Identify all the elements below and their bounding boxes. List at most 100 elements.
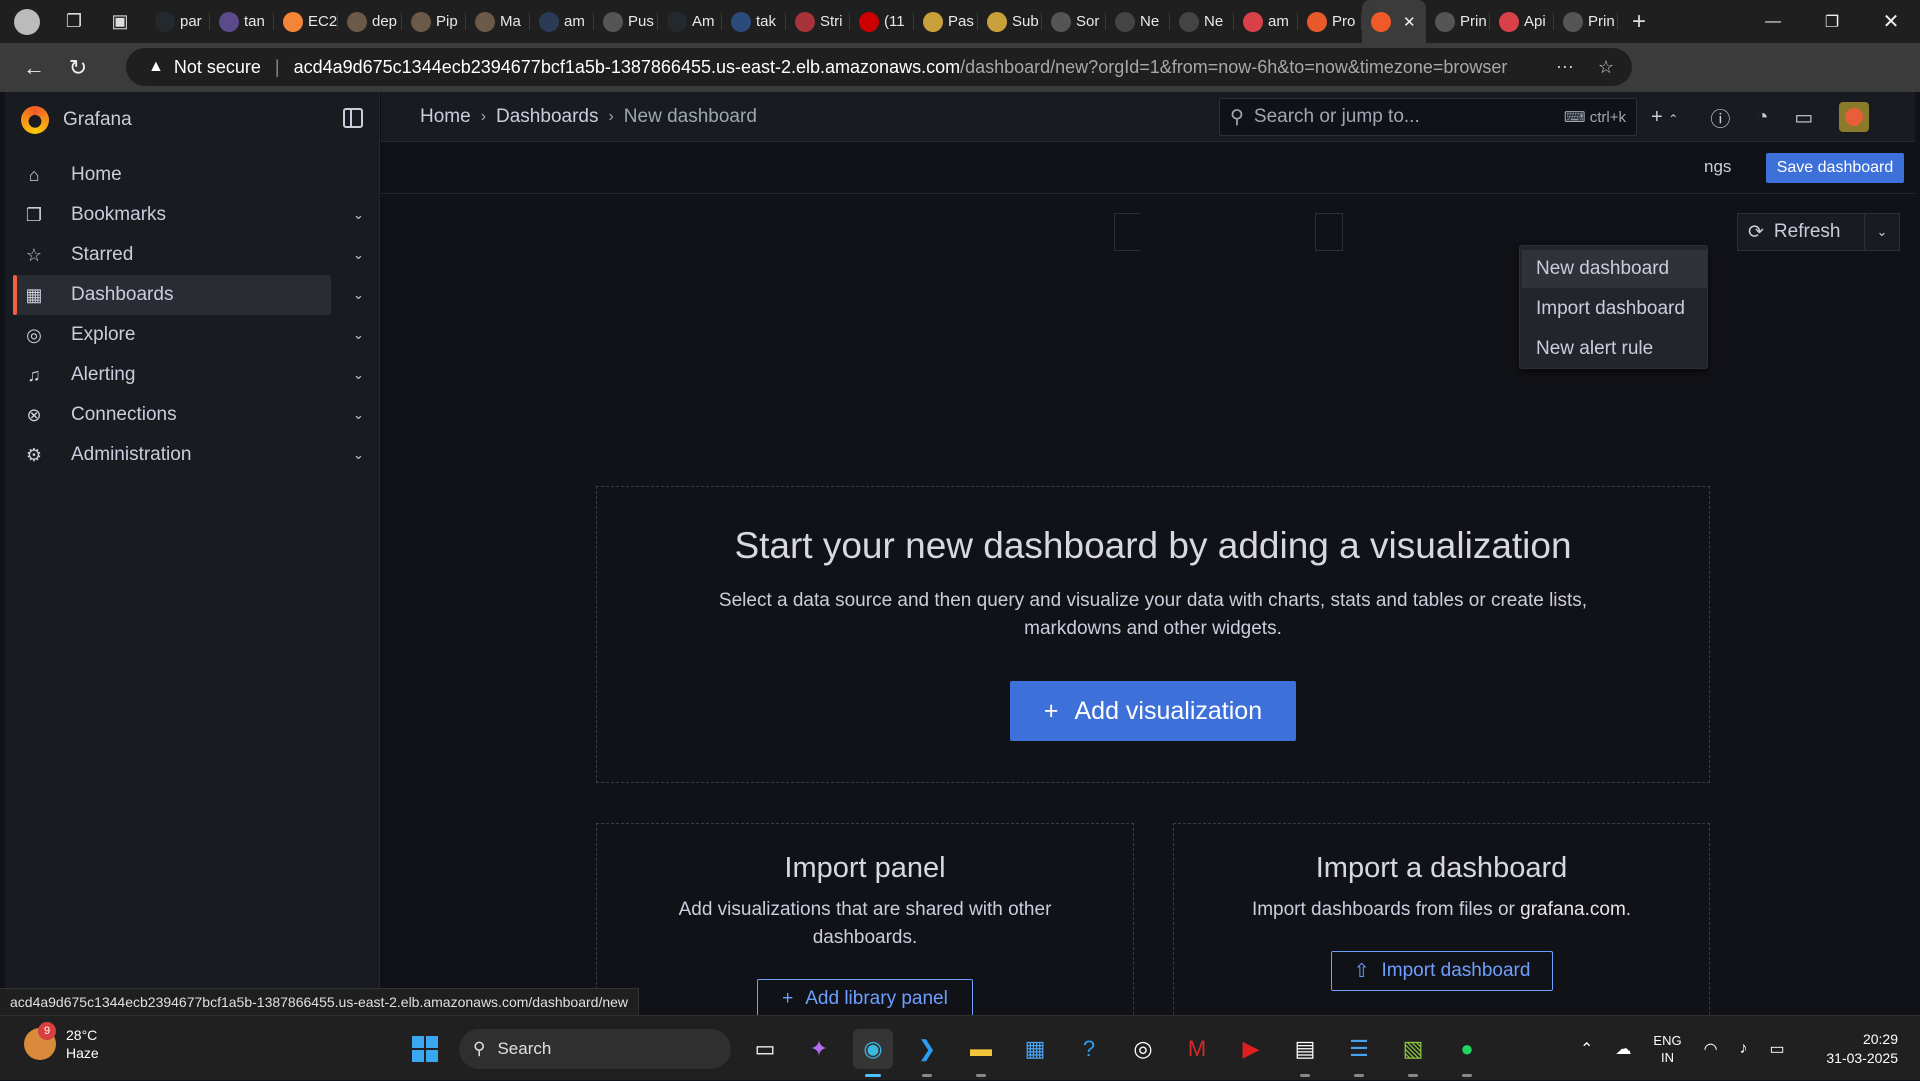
settings-button[interactable]: ngs	[1704, 157, 1731, 177]
notepad-icon[interactable]: ☰	[1339, 1029, 1379, 1077]
link-status-url: acd4a9d675c1344ecb2394677bcf1a5b-1387866…	[0, 988, 640, 1015]
browser-tab[interactable]: Ne	[1106, 0, 1170, 43]
browser-tab[interactable]: Prin	[1554, 0, 1618, 43]
browser-tab[interactable]: Sub	[978, 0, 1042, 43]
battery-icon[interactable]: ▭	[1770, 1039, 1785, 1059]
image-viewer-icon[interactable]: ▧	[1393, 1029, 1433, 1077]
help-icon[interactable]: ⓘ	[1710, 103, 1730, 132]
browser-tab[interactable]: Api	[1490, 0, 1554, 43]
new-tab-button[interactable]: +	[1618, 0, 1660, 43]
volume-icon[interactable]: ♪	[1740, 1040, 1748, 1058]
sidebar-item-home[interactable]: ⌂ Home	[13, 155, 370, 195]
breadcrumb-dashboards[interactable]: Dashboards	[496, 106, 598, 128]
menu-item-import-dashboard[interactable]: Import dashboard	[1522, 290, 1707, 328]
sidebar-item-starred[interactable]: ☆ Starred ⌄	[13, 235, 370, 275]
refresh-interval-dropdown[interactable]: ⌄	[1864, 213, 1900, 251]
browser-tab[interactable]: Pas	[914, 0, 978, 43]
chevron-down-icon[interactable]: ⌄	[353, 275, 364, 315]
edge-browser-icon[interactable]: ◉	[853, 1028, 893, 1077]
sidebar-item-bookmarks[interactable]: ❐ Bookmarks ⌄	[13, 195, 370, 235]
back-button[interactable]: ←	[12, 48, 56, 88]
browser-tab[interactable]: Am	[658, 0, 722, 43]
wifi-icon[interactable]: ◠	[1704, 1039, 1718, 1059]
reload-button[interactable]: ↻	[56, 48, 100, 88]
browser-tab[interactable]: (11	[850, 0, 914, 43]
time-picker-button[interactable]	[1114, 213, 1140, 251]
browser-tab[interactable]: Ne	[1170, 0, 1234, 43]
brand[interactable]: Grafana	[21, 104, 132, 136]
close-window-button[interactable]: ✕	[1862, 0, 1920, 43]
spotify-icon[interactable]: ●	[1447, 1029, 1487, 1077]
grafana-com-link[interactable]: grafana.com	[1520, 899, 1626, 920]
youtube-icon[interactable]: ▶	[1231, 1029, 1271, 1069]
search-input[interactable]: ⚲ Search or jump to... ⌨ ctrl+k	[1219, 98, 1637, 136]
clock[interactable]: 20:29 31-03-2025	[1818, 1030, 1898, 1068]
menu-item-new-alert-rule[interactable]: New alert rule	[1522, 330, 1707, 368]
chevron-down-icon[interactable]: ⌄	[353, 435, 364, 475]
profile-icon[interactable]	[0, 0, 54, 43]
onedrive-icon[interactable]: ☁	[1615, 1039, 1631, 1059]
breadcrumb-home[interactable]: Home	[420, 106, 471, 128]
browser-tab[interactable]: dep	[338, 0, 402, 43]
add-visualization-button[interactable]: + Add visualization	[1010, 681, 1296, 741]
browser-tab[interactable]: Stri	[786, 0, 850, 43]
browser-tab[interactable]: EC2	[274, 0, 338, 43]
dock-menu-icon[interactable]	[343, 108, 363, 128]
news-rss-icon[interactable]: ◔	[1756, 106, 1768, 129]
favorite-star-icon[interactable]: ☆	[1598, 57, 1614, 78]
sidebar-item-dashboards[interactable]: ▦ Dashboards ⌄	[13, 275, 364, 315]
terminal-icon[interactable]: ▤	[1285, 1029, 1325, 1077]
vscode-icon[interactable]: ❯	[907, 1029, 947, 1077]
import-dashboard-button[interactable]: ⇧ Import dashboard	[1331, 951, 1553, 991]
store-icon[interactable]: ▦	[1015, 1029, 1055, 1069]
language-indicator[interactable]: ENG IN	[1653, 1032, 1681, 1066]
browser-tab[interactable]: Pip	[402, 0, 466, 43]
browser-tab[interactable]: Sor	[1042, 0, 1106, 43]
new-plus-button[interactable]: + ⌃	[1651, 106, 1678, 129]
add-library-panel-button[interactable]: + Add library panel	[757, 979, 973, 1019]
security-label[interactable]: Not secure	[174, 57, 261, 78]
browser-tab[interactable]: Prin	[1426, 0, 1490, 43]
help-app-icon[interactable]: ?	[1069, 1029, 1109, 1069]
chevron-down-icon[interactable]: ⌄	[353, 395, 364, 435]
browser-tab[interactable]: ✕	[1362, 0, 1426, 43]
user-avatar[interactable]	[1839, 102, 1870, 132]
browser-tab[interactable]: am	[1234, 0, 1298, 43]
task-view-icon[interactable]: ▭	[745, 1029, 785, 1069]
chevron-down-icon[interactable]: ⌄	[353, 195, 364, 235]
save-dashboard-button[interactable]: Save dashboard	[1766, 153, 1904, 183]
minimize-button[interactable]: —	[1744, 0, 1802, 43]
browser-tab[interactable]: am	[530, 0, 594, 43]
more-site-info-icon[interactable]: ⋯	[1556, 57, 1574, 78]
chevron-up-icon[interactable]: ⌃	[1580, 1039, 1593, 1059]
browser-tab[interactable]: Pro	[1298, 0, 1362, 43]
close-tab-icon[interactable]: ✕	[1403, 13, 1416, 31]
browser-tab[interactable]: par	[146, 0, 210, 43]
taskbar-search[interactable]: ⚲ Search	[459, 1028, 731, 1069]
file-explorer-icon[interactable]: ▬	[961, 1029, 1001, 1077]
tab-actions-icon[interactable]: ▣	[94, 0, 146, 43]
github-desktop-icon[interactable]: ◎	[1123, 1029, 1163, 1069]
address-bar[interactable]: ▲ Not secure | acd4a9d675c1344ecb2394677…	[126, 48, 1632, 86]
browser-tab[interactable]: Pus	[594, 0, 658, 43]
refresh-button[interactable]: ⟳ Refresh	[1737, 213, 1865, 251]
chevron-down-icon[interactable]: ⌄	[353, 315, 364, 355]
sidebar-item-administration[interactable]: ⚙ Administration ⌄	[13, 435, 370, 475]
browser-tab[interactable]: Ma	[466, 0, 530, 43]
mcafee-icon[interactable]: M	[1177, 1029, 1217, 1069]
start-windows-icon[interactable]	[405, 1029, 445, 1069]
browser-tab[interactable]: tak	[722, 0, 786, 43]
menu-item-new-dashboard[interactable]: New dashboard	[1522, 250, 1707, 288]
kiosk-mode-icon[interactable]: ▭	[1794, 105, 1813, 130]
chevron-down-icon[interactable]: ⌄	[353, 235, 364, 275]
sidebar-item-alerting[interactable]: ♫ Alerting ⌄	[13, 355, 370, 395]
restore-button[interactable]: ❐	[1803, 0, 1861, 43]
chevron-down-icon[interactable]: ⌄	[353, 355, 364, 395]
copilot-app-icon[interactable]: ✦	[799, 1029, 839, 1069]
browser-tab[interactable]: tan	[210, 0, 274, 43]
sidebar-item-connections[interactable]: ⊗ Connections ⌄	[13, 395, 370, 435]
zoom-out-button[interactable]	[1315, 213, 1343, 251]
workspaces-icon[interactable]: ❐	[54, 0, 94, 43]
weather-widget[interactable]: 9 28°C Haze	[24, 1022, 99, 1062]
sidebar-item-explore[interactable]: ◎ Explore ⌄	[13, 315, 370, 355]
